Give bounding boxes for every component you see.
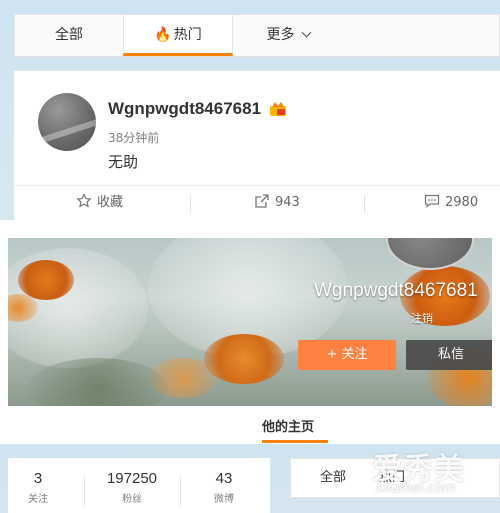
follow-button[interactable]: + 关注 — [298, 340, 396, 370]
account-status: 注销 — [411, 312, 433, 325]
vip-badge-icon — [270, 102, 286, 116]
tab-more[interactable]: 更多 — [233, 15, 343, 56]
watermark-url: ixiumei.com — [376, 481, 456, 496]
post-username[interactable]: Wgnpwgdt8467681 — [108, 99, 261, 119]
stats-panel: 3 关注 197250 粉丝 43 微博 — [8, 458, 270, 513]
tab-all[interactable]: 全部 — [291, 459, 375, 497]
stat-value: 197250 — [106, 470, 158, 487]
tab-home[interactable]: 他的主页 — [262, 416, 314, 435]
stat-divider — [84, 476, 85, 506]
post-timestamp: 38分钟前 — [108, 131, 160, 145]
profile-avatar[interactable] — [386, 238, 474, 270]
profile-name: Wgnpwgdt8467681 — [314, 280, 478, 301]
tab-hot[interactable]: 🔥 热门 — [123, 15, 233, 56]
share-icon — [255, 194, 269, 208]
action-divider — [190, 195, 191, 213]
stat-followers[interactable]: 197250 粉丝 — [86, 470, 178, 505]
chevron-down-icon — [301, 27, 311, 38]
comment-count: 2980 — [445, 195, 479, 210]
stat-label: 粉丝 — [122, 494, 142, 505]
share-count: 943 — [275, 195, 300, 210]
stat-label: 关注 — [28, 494, 48, 505]
stat-value: 3 — [33, 470, 43, 487]
stat-label: 微博 — [214, 494, 234, 505]
action-divider — [364, 195, 365, 213]
profile-banner: Wgnpwgdt8467681 注销 + 关注 私信 — [8, 238, 492, 406]
comment-icon — [424, 194, 440, 208]
banner-blur — [28, 358, 168, 406]
feed-tab-bar: 全部 🔥 热门 更多 — [14, 14, 500, 57]
profile-bottom: 3 关注 197250 粉丝 43 微博 全部 热门 爱秀美 ixiumei.c… — [0, 444, 500, 513]
comment-button[interactable]: 2980 — [424, 186, 478, 220]
star-icon — [76, 193, 92, 208]
tab-hot-label: 热门 — [173, 27, 202, 43]
post-text: 无助 — [108, 153, 139, 171]
tab-all[interactable]: 全部 — [15, 15, 123, 56]
tab-more-label: 更多 — [266, 27, 295, 43]
active-tab-indicator — [262, 440, 328, 443]
favorite-label: 收藏 — [97, 195, 124, 210]
favorite-button[interactable]: 收藏 — [76, 186, 123, 220]
stat-value: 43 — [215, 470, 233, 487]
stat-divider — [180, 476, 181, 506]
stat-following[interactable]: 3 关注 — [8, 470, 68, 505]
post-panel: 全部 🔥 热门 更多 Wgnpwgdt8467681 38分钟前 无助 收藏 9… — [0, 0, 500, 220]
post-card: Wgnpwgdt8467681 38分钟前 无助 收藏 943 2980 — [14, 70, 500, 220]
stat-posts[interactable]: 43 微博 — [184, 470, 264, 505]
post-action-bar: 收藏 943 2980 — [14, 185, 500, 221]
avatar[interactable] — [38, 93, 96, 151]
profile-tab-bar: 他的主页 — [8, 406, 492, 444]
message-button[interactable]: 私信 — [406, 340, 492, 370]
share-button[interactable]: 943 — [254, 186, 300, 220]
flame-icon: 🔥 — [154, 27, 172, 43]
flower-icon — [18, 260, 74, 300]
